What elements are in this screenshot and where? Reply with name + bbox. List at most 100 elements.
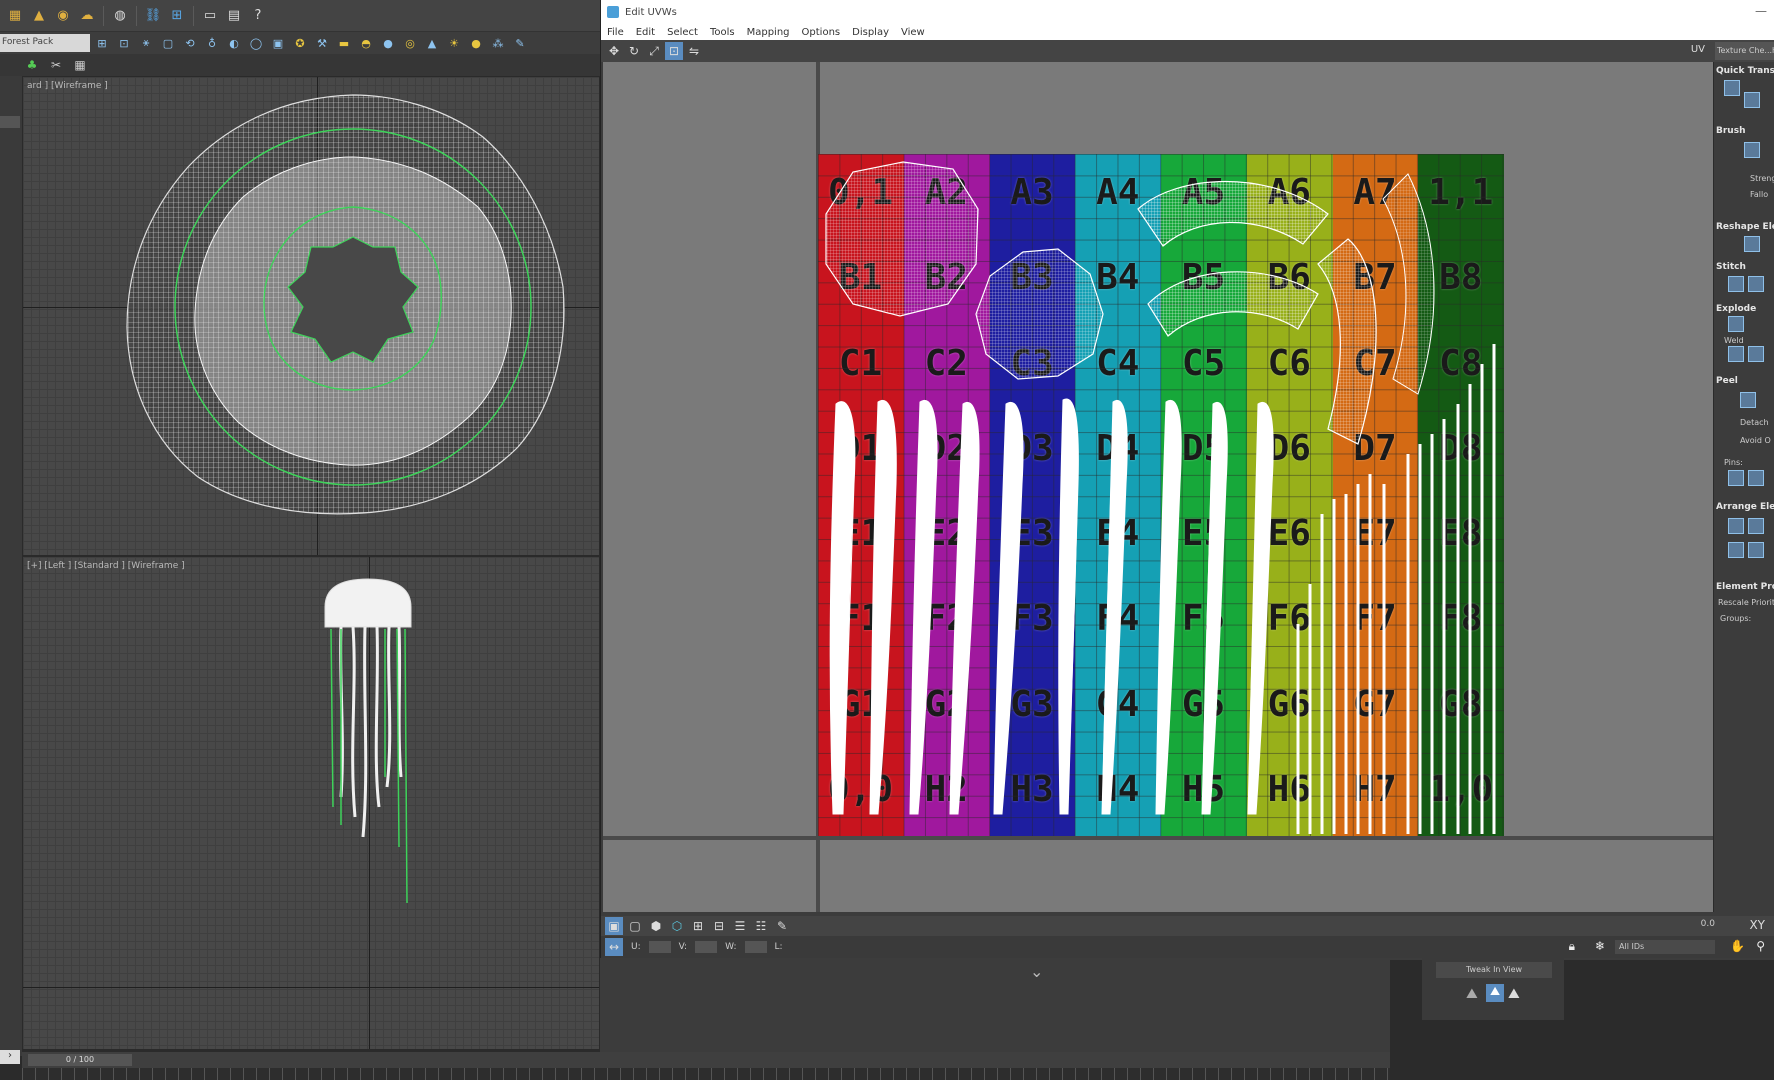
link-icon[interactable]: ⛓: [142, 5, 164, 27]
pack-icon[interactable]: [1728, 518, 1744, 534]
shape-icon[interactable]: ◯: [246, 34, 266, 52]
light-icon[interactable]: ♁: [202, 34, 222, 52]
w-field[interactable]: [744, 941, 767, 953]
uv-tab[interactable]: UV: [1691, 44, 1705, 55]
tree-icon[interactable]: ♣: [22, 56, 42, 74]
align-icon[interactable]: [1724, 80, 1740, 96]
dome-icon[interactable]: ◓: [356, 34, 376, 52]
rescale-icon[interactable]: [1728, 542, 1744, 558]
pin-icon[interactable]: [1728, 470, 1744, 486]
particles-icon[interactable]: ⁂: [488, 34, 508, 52]
explode-section[interactable]: Explode: [1716, 304, 1756, 314]
absolute-mode-icon[interactable]: ↔: [605, 938, 623, 956]
box-icon[interactable]: ▢: [158, 34, 178, 52]
v-field[interactable]: [695, 941, 718, 953]
menu-display[interactable]: Display: [852, 27, 889, 38]
menu-edit[interactable]: Edit: [636, 27, 655, 38]
texture-checker-dropdown[interactable]: Texture Che...h: [1715, 42, 1774, 60]
rotate-icon[interactable]: ↻: [625, 42, 643, 60]
frame-icon[interactable]: ⊡: [114, 34, 134, 52]
loop-icon[interactable]: ⟲: [180, 34, 200, 52]
hierarchy-icon[interactable]: ⊞: [166, 5, 188, 27]
freeform-icon[interactable]: ⊡: [665, 42, 683, 60]
stitch-icon[interactable]: [1728, 276, 1744, 292]
brush-icon[interactable]: ✎: [510, 34, 530, 52]
relax-vertex-icon[interactable]: ⛰: [1508, 986, 1520, 1002]
cone-icon[interactable]: ▲: [422, 34, 442, 52]
arrange-section[interactable]: Arrange Ele: [1716, 502, 1774, 512]
left-viewport[interactable]: [+] [Left ] [Standard ] [Wireframe ]: [22, 556, 600, 1050]
uv-editor-canvas[interactable]: 0,1A2A3A4A5A6A71,1B1B2B3B4B5B6B7B8C1C2C3…: [603, 62, 1713, 912]
window-titlebar[interactable]: Edit UVWs —: [601, 0, 1774, 24]
track-bar[interactable]: [22, 1068, 1390, 1080]
material-id-dropdown[interactable]: All IDs: [1615, 940, 1715, 954]
time-slider[interactable]: 0 / 100: [28, 1054, 132, 1066]
bone-icon[interactable]: ⚹: [136, 34, 156, 52]
grow-icon[interactable]: ⊞: [689, 917, 707, 935]
table-icon[interactable]: ▦: [70, 56, 90, 74]
zoom-icon[interactable]: ⚲: [1756, 939, 1765, 953]
ring-icon[interactable]: ☷: [752, 917, 770, 935]
loop-icon[interactable]: ☰: [731, 917, 749, 935]
reshape-section[interactable]: Reshape Ele: [1716, 222, 1774, 232]
straighten-icon[interactable]: [1744, 236, 1760, 252]
ball-icon[interactable]: ●: [378, 34, 398, 52]
menu-options[interactable]: Options: [802, 27, 841, 38]
forest-pack-field[interactable]: Forest Pack: [0, 34, 90, 52]
menu-file[interactable]: File: [607, 27, 624, 38]
select-element-icon[interactable]: ⬡: [668, 917, 686, 935]
weld-target-icon[interactable]: [1748, 346, 1764, 362]
peel-section[interactable]: Peel: [1716, 376, 1738, 386]
pan-icon[interactable]: ✋: [1730, 939, 1745, 953]
xy-toggle[interactable]: XY: [1749, 918, 1765, 932]
sun-icon[interactable]: ☀: [444, 34, 464, 52]
bulb-icon[interactable]: ✪: [290, 34, 310, 52]
scale-icon[interactable]: ⤢: [645, 42, 663, 60]
grid-icon[interactable]: ▦: [4, 5, 26, 27]
mirror-icon[interactable]: ⇋: [685, 42, 703, 60]
tweak-in-view-button[interactable]: Tweak In View: [1436, 962, 1552, 978]
move-icon[interactable]: ✥: [605, 42, 623, 60]
paint-select-icon[interactable]: ✎: [773, 917, 791, 935]
break-icon[interactable]: [1728, 316, 1744, 332]
question-icon[interactable]: ?: [247, 5, 269, 27]
snowflake-icon[interactable]: ❄: [1595, 939, 1605, 953]
flame-icon[interactable]: ▲: [28, 5, 50, 27]
select-edge-icon[interactable]: ▢: [626, 917, 644, 935]
sphere-icon[interactable]: ◍: [109, 5, 131, 27]
shrink-icon[interactable]: ⊟: [710, 917, 728, 935]
peel-icon[interactable]: [1740, 392, 1756, 408]
cloud-icon[interactable]: ☁: [76, 5, 98, 27]
select-vertex-icon[interactable]: ▣: [605, 917, 623, 935]
tool-icon[interactable]: ⚒: [312, 34, 332, 52]
quick-transform-section[interactable]: Quick Transf: [1716, 66, 1774, 76]
ring-icon[interactable]: ◎: [400, 34, 420, 52]
avoid-overlap-checkbox[interactable]: Avoid O: [1740, 436, 1771, 445]
stitch-section[interactable]: Stitch: [1716, 262, 1746, 272]
relax-icon[interactable]: ⛰: [1466, 986, 1478, 1002]
pack-custom-icon[interactable]: [1748, 518, 1764, 534]
window-icon[interactable]: ▭: [199, 5, 221, 27]
plane-icon[interactable]: ▬: [334, 34, 354, 52]
menu-select[interactable]: Select: [667, 27, 698, 38]
moon-icon[interactable]: ●: [466, 34, 486, 52]
panel-icon[interactable]: ▣: [268, 34, 288, 52]
relax-active-icon[interactable]: ⛰: [1486, 984, 1504, 1002]
group-pack-icon[interactable]: [1748, 542, 1764, 558]
brush-icon[interactable]: [1744, 142, 1760, 158]
menu-view[interactable]: View: [901, 27, 925, 38]
soft-selection-value[interactable]: 0.0: [1701, 919, 1715, 929]
detach-checkbox[interactable]: Detach: [1740, 418, 1769, 427]
scissors-icon[interactable]: ✂: [46, 56, 66, 74]
stack-icon[interactable]: ◉: [52, 5, 74, 27]
unpin-icon[interactable]: [1748, 470, 1764, 486]
menu-mapping[interactable]: Mapping: [747, 27, 790, 38]
move-icon[interactable]: ⊞: [92, 34, 112, 52]
menu-tools[interactable]: Tools: [710, 27, 735, 38]
stitch-target-icon[interactable]: [1748, 276, 1764, 292]
spread-icon[interactable]: [1744, 92, 1760, 108]
top-viewport[interactable]: ard ] [Wireframe ]: [22, 76, 600, 556]
element-props-section[interactable]: Element Pro: [1716, 582, 1774, 592]
minimize-icon[interactable]: —: [1755, 4, 1767, 18]
lock-icon[interactable]: 🔒︎: [1569, 939, 1575, 954]
